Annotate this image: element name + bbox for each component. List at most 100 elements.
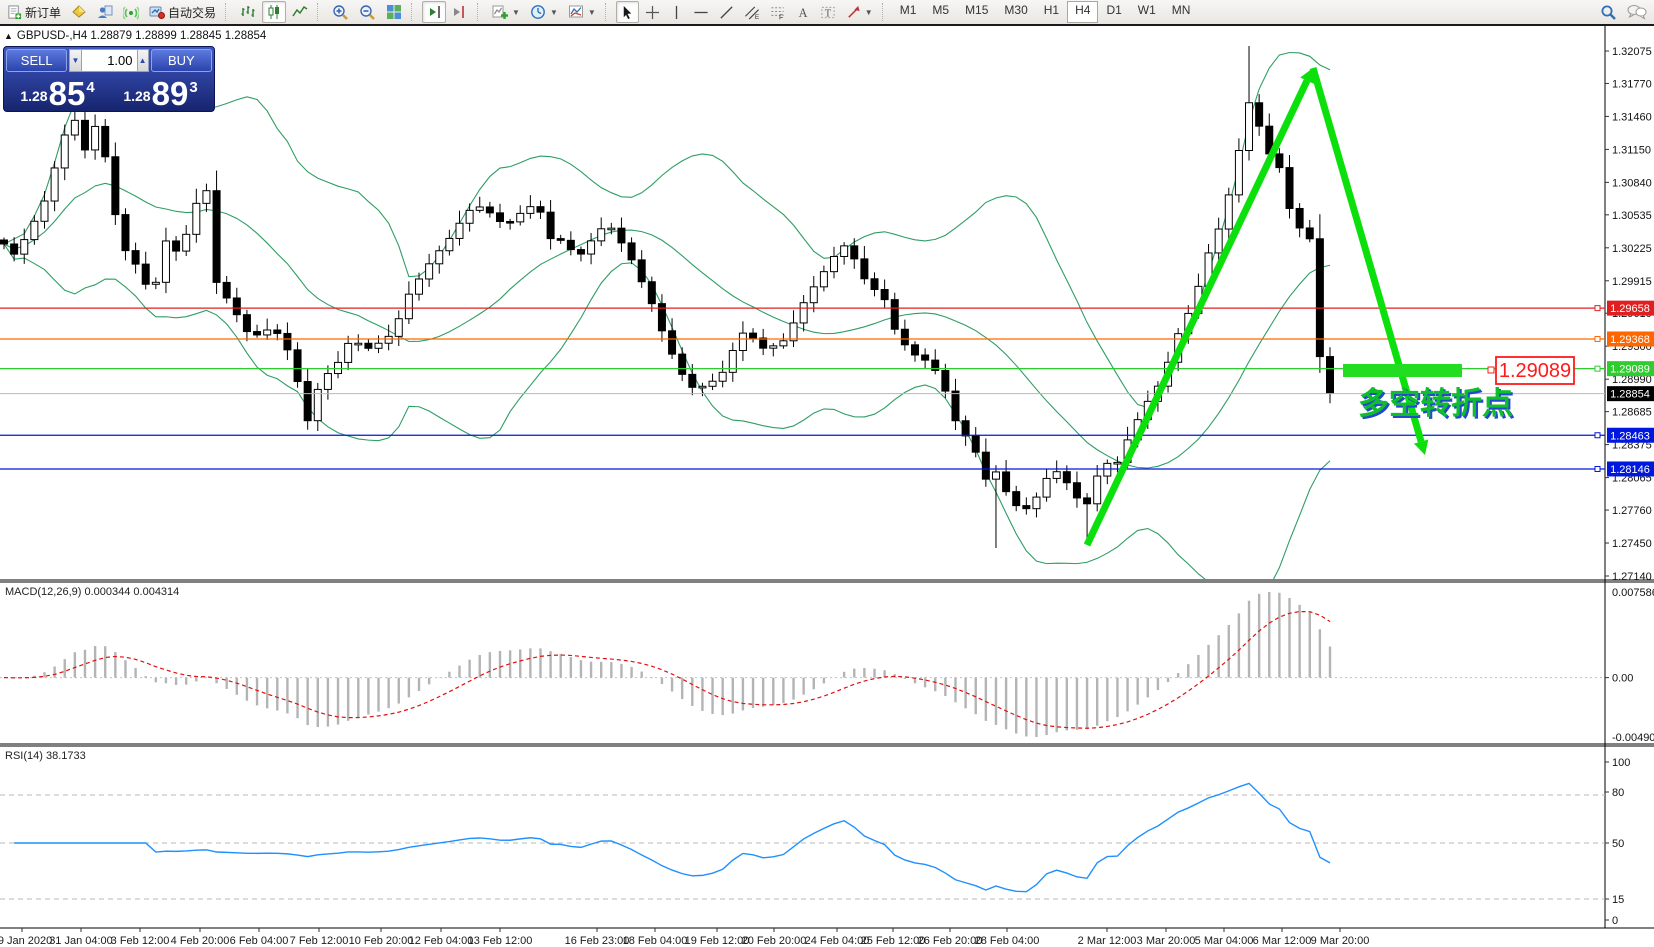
- toolbar-group-chart-type: [233, 0, 315, 24]
- tf-d1[interactable]: D1: [1098, 1, 1129, 23]
- equidistant-channel-icon: E: [744, 5, 760, 20]
- svg-text:15: 15: [1612, 894, 1624, 906]
- sell-price[interactable]: 1.28 85 4: [6, 72, 109, 109]
- svg-text:3 Feb 12:00: 3 Feb 12:00: [111, 935, 170, 947]
- new-order-button[interactable]: 新订单: [3, 1, 65, 23]
- svg-text:1.27760: 1.27760: [1612, 505, 1652, 517]
- periods-clock-icon: [530, 4, 546, 20]
- support-highlight-bar[interactable]: [1343, 364, 1462, 377]
- sell-price-big: 85: [49, 80, 86, 108]
- macd-label: MACD(12,26,9) 0.000344 0.004314: [5, 586, 179, 598]
- svg-text:25 Feb 12:00: 25 Feb 12:00: [861, 935, 926, 947]
- toolbar-group-zoom: [325, 0, 409, 24]
- equidistant-channel-button[interactable]: E: [740, 1, 764, 23]
- toolbar-group-objects: E F A T ▼: [613, 0, 880, 24]
- svg-text:6 Feb 04:00: 6 Feb 04:00: [230, 935, 289, 947]
- fibonacci-button[interactable]: F: [766, 1, 790, 23]
- market-watch-icon: [71, 4, 87, 20]
- buy-button[interactable]: BUY: [151, 49, 212, 72]
- chat-button[interactable]: [1623, 1, 1651, 23]
- sell-price-sup: 4: [86, 79, 94, 96]
- horizontal-line-button[interactable]: [689, 1, 713, 23]
- svg-text:7 Feb 12:00: 7 Feb 12:00: [290, 935, 349, 947]
- crosshair-button[interactable]: [641, 1, 664, 23]
- horizontal-line-icon: [693, 5, 709, 20]
- zoom-in-button[interactable]: [328, 1, 353, 23]
- market-watch-button[interactable]: [67, 1, 91, 23]
- svg-text:5 Mar 04:00: 5 Mar 04:00: [1195, 935, 1254, 947]
- text-icon: A: [796, 5, 810, 20]
- rsi-label: RSI(14) 38.1733: [5, 750, 86, 762]
- vertical-line-icon: [670, 5, 683, 20]
- quote-header: ▲GBPUSD-,H4 1.28879 1.28899 1.28845 1.28…: [4, 30, 266, 42]
- auto-scroll-button[interactable]: [422, 1, 446, 23]
- dropdown-caret-icon: ▼: [512, 8, 520, 17]
- line-chart-button[interactable]: [288, 1, 312, 23]
- volume-input[interactable]: [82, 49, 137, 72]
- svg-text:29 Jan 2020: 29 Jan 2020: [0, 935, 52, 947]
- toolbar-group-right: [1593, 0, 1654, 24]
- mt4-terminal: 新订单 自动交易: [0, 0, 1654, 947]
- svg-text:0: 0: [1612, 915, 1618, 927]
- tile-windows-icon: [386, 4, 402, 20]
- svg-text:0.00: 0.00: [1612, 673, 1633, 685]
- sell-price-prefix: 1.28: [20, 88, 47, 104]
- auto-trading-button[interactable]: 自动交易: [145, 1, 220, 23]
- periods-button[interactable]: ▼: [526, 1, 562, 23]
- chart-shift-button[interactable]: [448, 1, 472, 23]
- price-callout-box[interactable]: 1.29089: [1488, 357, 1574, 384]
- svg-text:1.29089: 1.29089: [1499, 360, 1571, 382]
- templates-button[interactable]: ▼: [564, 1, 600, 23]
- svg-text:-0.004906: -0.004906: [1612, 732, 1654, 744]
- buy-price[interactable]: 1.28 89 3: [109, 72, 212, 109]
- tf-h1[interactable]: H1: [1036, 1, 1067, 23]
- svg-text:3 Mar 20:00: 3 Mar 20:00: [1137, 935, 1196, 947]
- signals-button[interactable]: [119, 1, 143, 23]
- cursor-button[interactable]: [616, 1, 639, 23]
- svg-text:1.29658: 1.29658: [1610, 303, 1650, 315]
- text-label-button[interactable]: T: [816, 1, 840, 23]
- svg-text:10 Feb 20:00: 10 Feb 20:00: [349, 935, 414, 947]
- arrows-button[interactable]: ▼: [842, 1, 877, 23]
- buy-price-sup: 3: [189, 79, 197, 96]
- volume-down-icon[interactable]: ▼: [69, 49, 81, 72]
- navigator-button[interactable]: [93, 1, 117, 23]
- text-button[interactable]: A: [792, 1, 814, 23]
- indicators-button[interactable]: ▼: [488, 1, 524, 23]
- trendline-button[interactable]: [715, 1, 738, 23]
- svg-text:1.32075: 1.32075: [1612, 46, 1652, 58]
- tf-m30[interactable]: M30: [996, 1, 1035, 23]
- tf-h4[interactable]: H4: [1067, 1, 1098, 23]
- tf-mn[interactable]: MN: [1164, 1, 1199, 23]
- svg-text:1.28685: 1.28685: [1612, 407, 1652, 419]
- svg-text:1.29089: 1.29089: [1610, 364, 1650, 376]
- svg-text:28 Feb 04:00: 28 Feb 04:00: [975, 935, 1040, 947]
- svg-text:19 Feb 12:00: 19 Feb 12:00: [685, 935, 750, 947]
- candlestick-chart-button[interactable]: [262, 1, 286, 23]
- tf-w1[interactable]: W1: [1130, 1, 1164, 23]
- svg-text:4 Feb 20:00: 4 Feb 20:00: [171, 935, 230, 947]
- volume-up-icon[interactable]: ▲: [137, 49, 149, 72]
- svg-text:1.31460: 1.31460: [1612, 111, 1652, 123]
- svg-text:1.28854: 1.28854: [1610, 389, 1650, 401]
- svg-text:0.007586: 0.007586: [1612, 587, 1654, 599]
- sell-button[interactable]: SELL: [6, 49, 67, 72]
- tf-m1[interactable]: M1: [892, 1, 925, 23]
- tile-windows-button[interactable]: [382, 1, 406, 23]
- toolbar-separator: [225, 3, 231, 21]
- tf-m5[interactable]: M5: [924, 1, 957, 23]
- chat-icon: [1627, 4, 1647, 20]
- svg-text:1.27450: 1.27450: [1612, 538, 1652, 550]
- tf-m15[interactable]: M15: [957, 1, 996, 23]
- bar-chart-button[interactable]: [236, 1, 260, 23]
- price-chart-canvas[interactable]: 多空转折点多空转折点1.290891.320751.317701.314601.…: [0, 26, 1654, 947]
- toolbar-group-standard: 新订单 自动交易: [0, 0, 223, 24]
- search-button[interactable]: [1596, 1, 1621, 23]
- svg-text:50: 50: [1612, 838, 1624, 850]
- svg-text:18 Feb 04:00: 18 Feb 04:00: [623, 935, 688, 947]
- zoom-out-button[interactable]: [355, 1, 380, 23]
- vertical-line-button[interactable]: [666, 1, 687, 23]
- main-toolbar: 新订单 自动交易: [0, 0, 1654, 26]
- line-chart-icon: [292, 4, 308, 20]
- collapse-panel-icon[interactable]: ▲: [4, 31, 13, 41]
